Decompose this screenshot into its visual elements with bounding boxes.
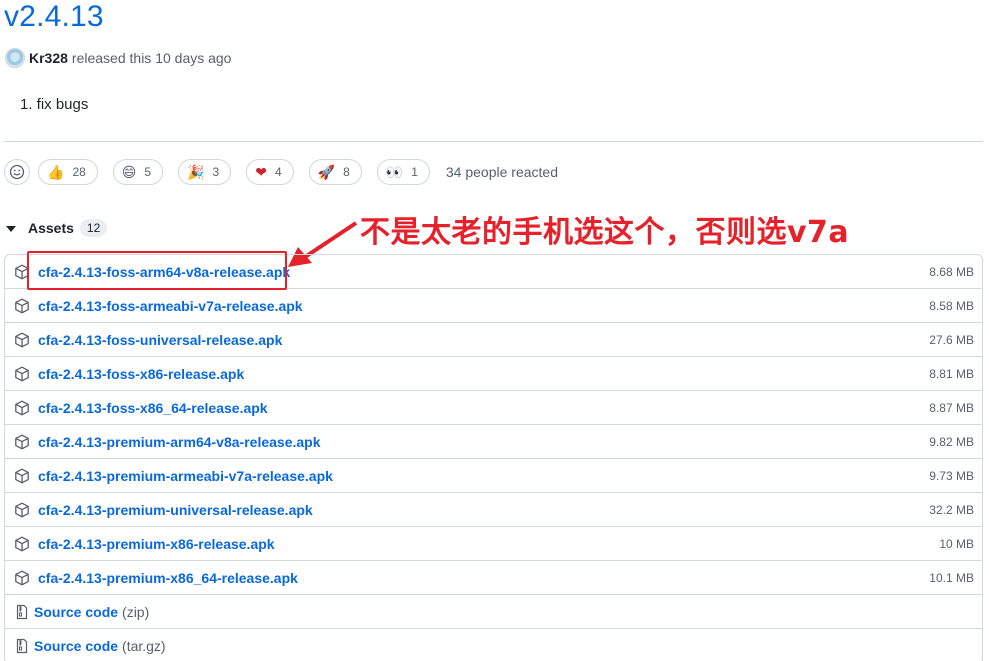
- reaction-tada[interactable]: 🎉 3: [178, 159, 232, 185]
- author-link[interactable]: Kr328: [29, 50, 68, 66]
- asset-size: 8.68 MB: [929, 264, 974, 279]
- source-code-link[interactable]: Source code (zip): [34, 604, 149, 620]
- reaction-count: 28: [72, 165, 86, 179]
- asset-row: cfa-2.4.13-premium-armeabi-v7a-release.a…: [5, 459, 982, 493]
- source-code-row: Source code (tar.gz): [5, 629, 982, 661]
- add-reaction-button[interactable]: [4, 159, 30, 185]
- package-icon: [15, 400, 29, 415]
- asset-row: cfa-2.4.13-foss-armeabi-v7a-release.apk 8…: [5, 289, 982, 323]
- asset-size: 10.1 MB: [929, 570, 974, 585]
- asset-row: cfa-2.4.13-foss-universal-release.apk 27.…: [5, 323, 982, 357]
- assets-toggle[interactable]: Assets 12: [6, 218, 108, 238]
- source-code-ext: (zip): [122, 603, 150, 620]
- eyes-icon: 👀: [385, 164, 404, 180]
- release-version-title[interactable]: v2.4.13: [4, 0, 104, 34]
- reaction-heart[interactable]: ❤ 4: [246, 159, 294, 185]
- source-code-label: Source code: [34, 638, 119, 654]
- asset-download-link[interactable]: cfa-2.4.13-premium-x86_64-release.apk: [38, 570, 298, 586]
- thumbs-up-icon: 👍: [47, 164, 65, 180]
- reaction-eyes[interactable]: 👀 1: [376, 159, 430, 185]
- asset-download-link[interactable]: cfa-2.4.13-foss-x86-release.apk: [38, 366, 244, 382]
- package-icon: [15, 366, 29, 381]
- rocket-icon: 🚀: [317, 164, 336, 180]
- reaction-count: 8: [343, 165, 350, 179]
- laugh-icon: 😄: [121, 164, 137, 180]
- package-icon: [15, 298, 29, 313]
- source-code-ext: (tar.gz): [122, 638, 166, 654]
- file-zip-icon: [16, 638, 28, 654]
- asset-download-link[interactable]: cfa-2.4.13-foss-x86_64-release.apk: [38, 400, 268, 416]
- source-code-link[interactable]: Source code (tar.gz): [34, 638, 166, 654]
- asset-size: 10 MB: [939, 536, 974, 551]
- annotation-highlight-box: [27, 251, 287, 290]
- package-icon: [15, 502, 29, 517]
- package-icon: [15, 570, 29, 585]
- annotation-text: 不是太老的手机选这个，否则选v7a: [360, 215, 850, 250]
- package-icon: [15, 332, 29, 347]
- reaction-rocket[interactable]: 🚀 8: [308, 159, 362, 185]
- asset-size: 8.58 MB: [929, 298, 974, 313]
- divider: [4, 141, 983, 142]
- asset-row: cfa-2.4.13-premium-x86-release.apk 10 MB: [5, 527, 982, 561]
- smiley-icon: [9, 164, 25, 180]
- reaction-thumbs-up[interactable]: 👍 28: [38, 159, 98, 185]
- avatar[interactable]: [5, 48, 25, 68]
- package-icon: [15, 468, 29, 483]
- reactions-bar: 👍 28 😄 5 🎉 3 ❤ 4 🚀 8 👀 1 34 people react…: [4, 159, 558, 185]
- asset-size: 8.81 MB: [929, 366, 974, 381]
- heart-icon: ❤: [255, 164, 267, 180]
- asset-size: 27.6 MB: [929, 332, 974, 347]
- source-code-row: Source code (zip): [5, 595, 982, 629]
- reaction-count: 4: [274, 165, 282, 179]
- reaction-count: 5: [144, 165, 152, 179]
- asset-download-link[interactable]: cfa-2.4.13-foss-universal-release.apk: [38, 332, 282, 348]
- triangle-down-icon: [6, 225, 16, 232]
- tada-icon: 🎉: [187, 164, 205, 180]
- asset-size: 32.2 MB: [929, 502, 974, 517]
- reaction-laugh[interactable]: 😄 5: [112, 159, 164, 185]
- file-zip-icon: [16, 604, 28, 619]
- asset-row: cfa-2.4.13-premium-universal-release.apk…: [5, 493, 982, 527]
- asset-size: 9.73 MB: [929, 468, 974, 483]
- asset-download-link[interactable]: cfa-2.4.13-premium-arm64-v8a-release.apk: [38, 434, 321, 450]
- asset-download-link[interactable]: cfa-2.4.13-premium-universal-release.apk: [38, 502, 313, 518]
- asset-row: cfa-2.4.13-premium-arm64-v8a-release.apk…: [5, 425, 982, 459]
- assets-count-badge: 12: [79, 219, 108, 237]
- reaction-count: 1: [411, 165, 418, 179]
- released-text: released this 10 days ago: [71, 50, 232, 66]
- package-icon: [15, 434, 29, 449]
- asset-download-link[interactable]: cfa-2.4.13-foss-armeabi-v7a-release.apk: [38, 298, 303, 314]
- asset-download-link[interactable]: cfa-2.4.13-premium-armeabi-v7a-release.a…: [38, 468, 333, 484]
- reaction-count: 3: [212, 165, 220, 179]
- release-meta: Kr328 released this 10 days ago: [5, 47, 231, 69]
- reactions-summary: 34 people reacted: [445, 164, 558, 180]
- asset-row: cfa-2.4.13-foss-x86_64-release.apk 8.87 M…: [5, 391, 982, 425]
- asset-size: 9.82 MB: [929, 434, 974, 449]
- asset-list: cfa-2.4.13-foss-arm64-v8a-release.apk 8.6…: [4, 254, 983, 661]
- release-notes: 1. fix bugs: [20, 96, 89, 113]
- asset-row: cfa-2.4.13-premium-x86_64-release.apk 10.…: [5, 561, 982, 595]
- package-icon: [15, 536, 29, 551]
- assets-title: Assets: [28, 220, 74, 236]
- source-code-label: Source code: [34, 603, 119, 620]
- asset-download-link[interactable]: cfa-2.4.13-premium-x86-release.apk: [38, 536, 275, 552]
- asset-row: cfa-2.4.13-foss-x86-release.apk 8.81 MB: [5, 357, 982, 391]
- asset-size: 8.87 MB: [929, 400, 974, 415]
- release-page: v2.4.13 Kr328 released this 10 days ago …: [0, 0, 989, 661]
